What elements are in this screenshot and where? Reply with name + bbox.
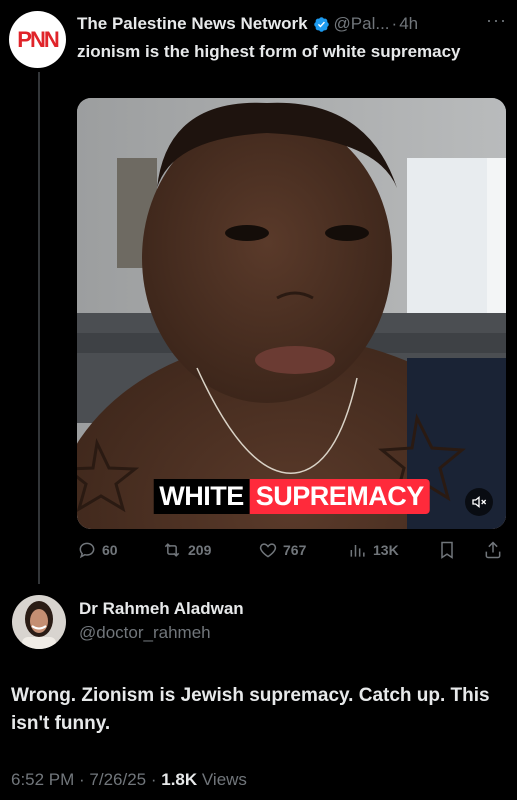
post-header: The Palestine News Network @Pal... · 4h … <box>77 10 507 36</box>
repost-icon <box>164 543 180 557</box>
avatar-logo-text: PNN <box>17 26 59 52</box>
reply-author-handle[interactable]: @doctor_rahmeh <box>79 623 211 643</box>
video-frame-illustration <box>77 98 506 529</box>
reply-metadata: 6:52 PM · 7/26/25 · 1.8K Views <box>11 770 247 790</box>
bookmark-icon <box>441 541 453 559</box>
pnn-avatar[interactable]: PNN <box>9 11 66 68</box>
mute-button[interactable] <box>465 488 493 516</box>
post-author-handle[interactable]: @Pal... <box>334 14 390 34</box>
reply-count: 60 <box>102 542 118 558</box>
reply-timestamp[interactable]: 6:52 PM · 7/26/25 · <box>11 770 161 789</box>
post-timestamp[interactable]: 4h <box>399 14 418 34</box>
more-options-icon[interactable]: ··· <box>486 10 507 31</box>
video-caption: WHITE SUPREMACY <box>153 479 430 514</box>
reply-views-count: 1.8K <box>161 770 198 789</box>
post-action-bar: 60 209 767 13K <box>77 540 507 562</box>
post-video[interactable]: WHITE SUPREMACY <box>77 98 506 529</box>
repost-button[interactable]: 209 <box>161 540 211 560</box>
thread-connector-line <box>38 72 40 584</box>
heart-icon <box>259 543 277 558</box>
share-icon <box>485 541 501 559</box>
share-button[interactable] <box>483 540 508 560</box>
post-text: zionism is the highest form of white sup… <box>77 42 461 61</box>
reply-author-name[interactable]: Dr Rahmeh Aladwan <box>79 599 244 619</box>
caption-word-supremacy: SUPREMACY <box>249 479 430 514</box>
bookmark-button[interactable] <box>437 540 462 560</box>
post-author-name[interactable]: The Palestine News Network <box>77 14 308 34</box>
like-count: 767 <box>283 542 307 558</box>
like-button[interactable]: 767 <box>258 540 306 560</box>
reply-icon <box>79 542 95 559</box>
reply-text: Wrong. Zionism is Jewish supremacy. Catc… <box>11 685 490 734</box>
reply-author-avatar[interactable] <box>12 595 66 649</box>
views-chart-icon <box>350 545 365 557</box>
speaker-muted-icon <box>472 495 487 509</box>
views-button[interactable]: 13K <box>348 540 399 560</box>
separator-dot: · <box>391 14 398 33</box>
reply-views-label: Views <box>197 770 247 789</box>
verified-badge-icon <box>313 16 329 32</box>
reply-button[interactable]: 60 <box>77 540 118 560</box>
views-count: 13K <box>373 542 399 558</box>
profile-photo <box>12 595 66 649</box>
repost-count: 209 <box>188 542 212 558</box>
caption-word-white: WHITE <box>153 479 250 514</box>
